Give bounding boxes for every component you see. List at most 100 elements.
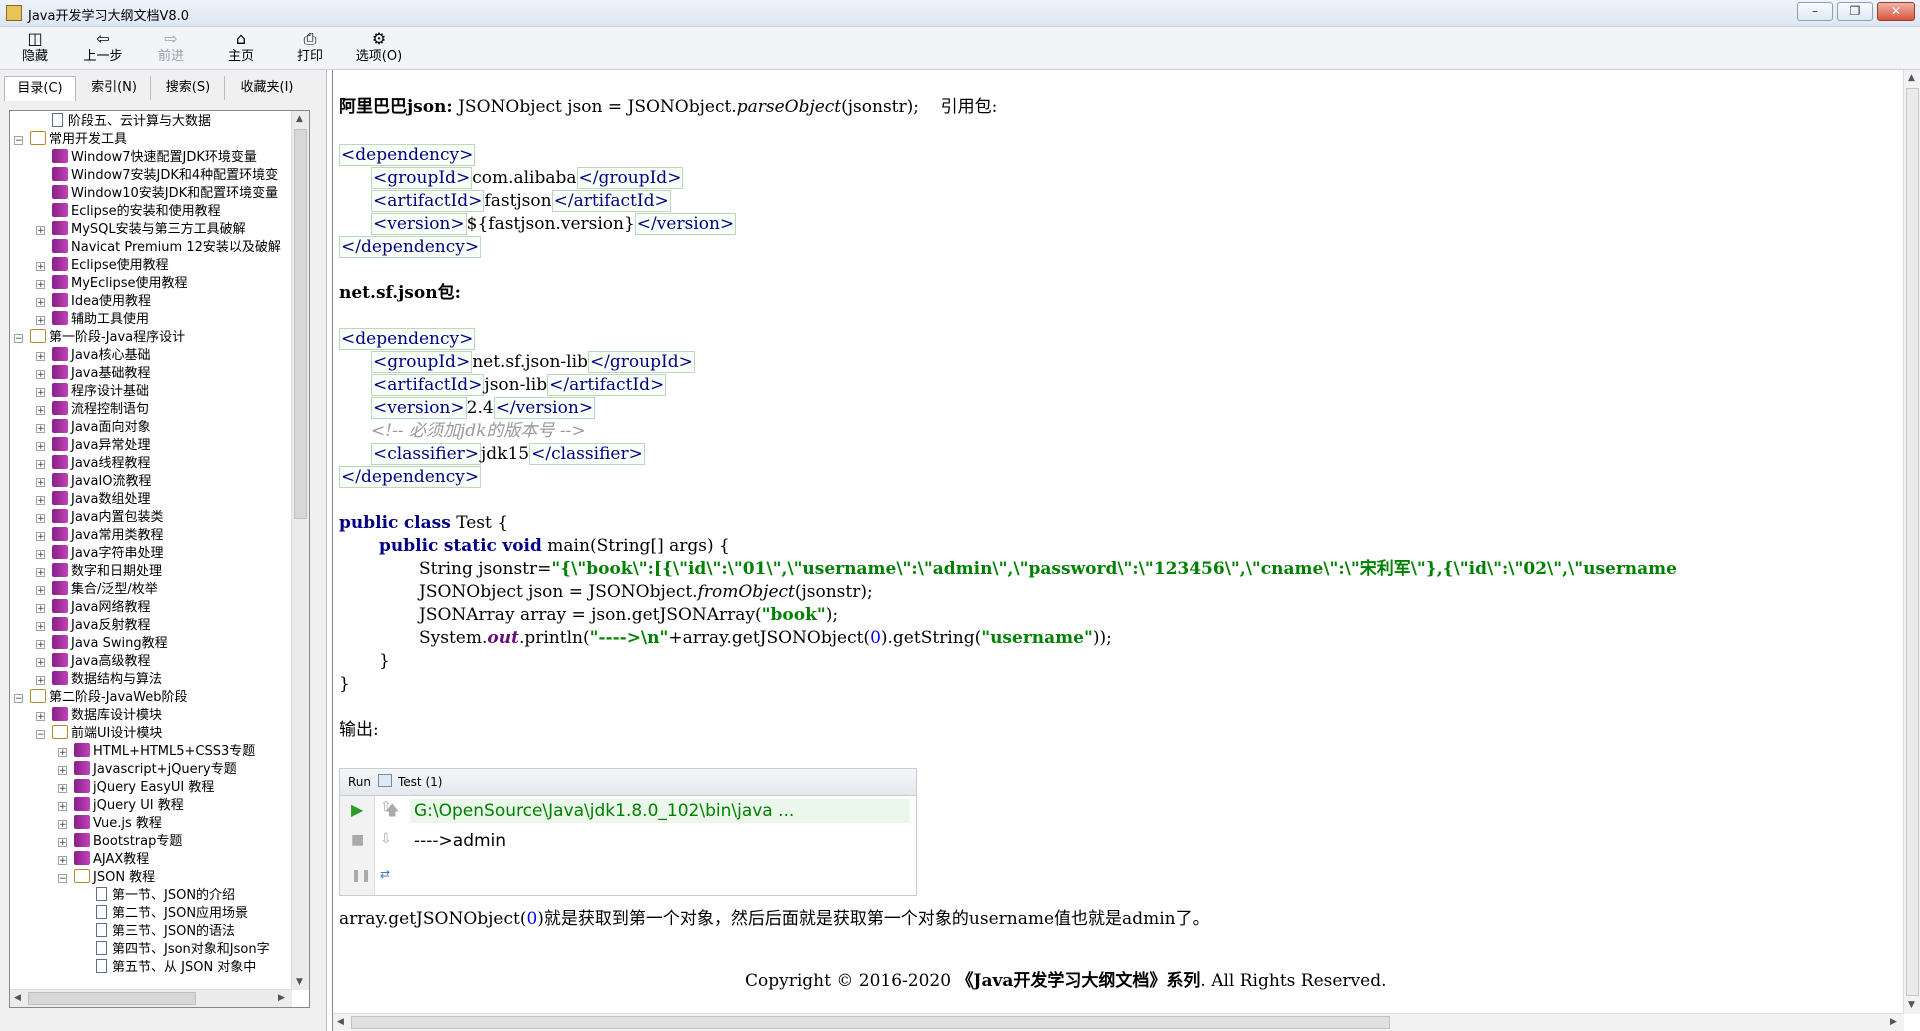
print-button[interactable]: ⎙ 打印 [281,29,339,67]
tree-item[interactable]: Java核心基础 [52,347,150,365]
options-button[interactable]: ⚙ 选项(O) [348,29,410,67]
tree-item[interactable]: 程序设计基础 [52,383,149,401]
tree-item[interactable]: Window10安装JDK和配置环境变量 [52,185,278,203]
expand-toggle[interactable]: + [58,784,67,794]
expand-toggle[interactable]: − [14,136,23,146]
run-tab[interactable]: Run [348,775,371,789]
home-button[interactable]: ⌂ 主页 [212,29,270,67]
tree-item[interactable]: MySQL安装与第三方工具破解 [52,221,246,239]
expand-toggle[interactable]: + [36,586,45,596]
tree-hscroll-thumb[interactable] [28,992,196,1005]
tab-search[interactable]: 搜索(S) [152,76,225,100]
scroll-down-icon[interactable]: ▼ [296,977,303,987]
content-horizontal-scrollbar[interactable]: ◀ ▶ [333,1013,1904,1031]
tree-item[interactable]: 第四节、Json对象和Json字 [96,941,270,959]
tree-vertical-scrollbar[interactable]: ▲ ▼ [291,111,309,990]
tree-item[interactable]: Eclipse使用教程 [52,257,169,275]
tree-item[interactable]: MyEclipse使用教程 [52,275,188,293]
tree-item[interactable]: 数据库设计模块 [52,707,162,725]
tree-item[interactable]: 阶段五、云计算与大数据 [52,113,211,131]
back-button[interactable]: ⇦ 上一步 [74,29,132,67]
expand-toggle[interactable]: + [36,496,45,506]
scroll-up-icon[interactable]: ▲ [296,114,303,124]
content-hscroll-thumb[interactable] [351,1016,1390,1029]
tree-item[interactable]: 数字和日期处理 [52,563,162,581]
tree-item[interactable]: Java常用类教程 [52,527,163,545]
expand-toggle[interactable]: − [14,694,23,704]
tree-item[interactable]: Java数组处理 [52,491,150,509]
expand-toggle[interactable]: + [58,766,67,776]
tree-item[interactable]: 辅助工具使用 [52,311,149,329]
tree-item[interactable]: Window7安装JDK和4种配置环境变 [52,167,278,185]
tree-item[interactable]: 前端UI设计模块 [52,725,162,743]
expand-toggle[interactable]: − [14,334,23,344]
content-vertical-scrollbar[interactable]: ▲ ▼ [1903,70,1920,1014]
tree-horizontal-scrollbar[interactable]: ◀ ▶ [10,989,292,1007]
tree-item[interactable]: 常用开发工具 [30,131,127,149]
tree-item[interactable]: 第二阶段-JavaWeb阶段 [30,689,188,707]
tree-item[interactable]: AJAX教程 [74,851,149,869]
stop-icon[interactable]: ■ [351,832,364,848]
scroll-right-icon[interactable]: ▶ [278,993,285,1003]
expand-toggle[interactable]: − [58,874,67,884]
rerun-icon[interactable]: ▶ [351,800,363,819]
expand-toggle[interactable]: + [36,460,45,470]
expand-toggle[interactable]: + [58,838,67,848]
test-tab[interactable]: Test (1) [398,775,442,789]
scroll-down-arrow-icon[interactable]: ⇩ [380,831,392,847]
tree-item[interactable]: Java网络教程 [52,599,150,617]
tree-item[interactable]: Java字符串处理 [52,545,163,563]
scroll-left-icon[interactable]: ◀ [14,993,21,1003]
tree-item[interactable]: Java基础教程 [52,365,150,383]
expand-toggle[interactable]: + [36,442,45,452]
scroll-up-arrow-icon[interactable]: ⇧ [380,799,392,815]
tree-scroll-thumb[interactable] [294,129,307,519]
tree-item[interactable]: 第一节、JSON的介绍 [96,887,235,905]
expand-toggle[interactable]: + [36,226,45,236]
tree-item[interactable]: 第三节、JSON的语法 [96,923,235,941]
expand-toggle[interactable]: + [58,856,67,866]
tree-item[interactable]: Java高级教程 [52,653,150,671]
expand-toggle[interactable]: + [36,622,45,632]
expand-toggle[interactable]: + [36,712,45,722]
tree-item[interactable]: Java内置包装类 [52,509,163,527]
expand-toggle[interactable]: + [58,802,67,812]
tree-item[interactable]: HTML+HTML5+CSS3专题 [74,743,255,761]
expand-toggle[interactable]: + [36,532,45,542]
content-scroll-thumb[interactable] [1906,88,1919,996]
tab-index[interactable]: 索引(N) [78,76,151,100]
expand-toggle[interactable]: + [36,388,45,398]
tab-favorites[interactable]: 收藏夹(I) [226,76,308,100]
tree-item[interactable]: Java面向对象 [52,419,150,437]
tree-item[interactable]: 集合/泛型/枚举 [52,581,158,599]
expand-toggle[interactable]: + [36,676,45,686]
pause-icon[interactable]: ❚❚ [351,868,371,882]
expand-toggle[interactable]: + [36,262,45,272]
expand-toggle[interactable]: + [36,568,45,578]
tree-item[interactable]: Eclipse的安装和使用教程 [52,203,221,221]
content-scroll-right-icon[interactable]: ▶ [1890,1017,1897,1027]
expand-toggle[interactable]: + [36,316,45,326]
close-button[interactable]: ✕ [1877,2,1915,21]
restore-button[interactable]: ❐ [1837,2,1873,21]
tree-item[interactable]: Vue.js 教程 [74,815,162,833]
tree-item[interactable]: Java反射教程 [52,617,150,635]
expand-toggle[interactable]: + [36,280,45,290]
tree-item[interactable]: jQuery EasyUI 教程 [74,779,214,797]
minimize-button[interactable]: – [1797,2,1833,21]
tree-item[interactable]: jQuery UI 教程 [74,797,184,815]
tree-item[interactable]: Java Swing教程 [52,635,168,653]
soft-wrap-icon[interactable]: ⇄ [380,867,390,881]
tree-item[interactable]: Navicat Premium 12安装以及破解 [52,239,281,257]
expand-toggle[interactable]: + [36,640,45,650]
tree-item[interactable]: 数据结构与算法 [52,671,162,689]
tree-item[interactable]: Java线程教程 [52,455,150,473]
tree-item[interactable]: JavaIO流教程 [52,473,152,491]
content-scroll-up-icon[interactable]: ▲ [1908,73,1915,83]
content-scroll-down-icon[interactable]: ▼ [1908,1000,1915,1010]
tree-item[interactable]: Bootstrap专题 [74,833,182,851]
tree-item[interactable]: 第一阶段-Java程序设计 [30,329,185,347]
tree-item[interactable]: Java异常处理 [52,437,150,455]
forward-button[interactable]: ⇨ 前进 [142,29,200,67]
expand-toggle[interactable]: − [36,730,45,740]
